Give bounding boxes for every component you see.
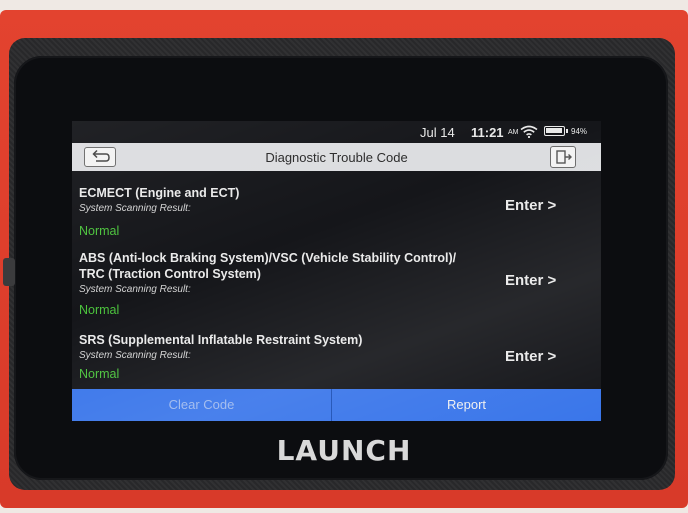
scan-result-value: Normal [79,303,120,317]
status-ampm: AM [508,129,519,136]
side-button [3,258,15,286]
system-name: SRS (Supplemental Inflatable Restraint S… [79,333,363,347]
battery-level [546,128,562,133]
enter-button-abs[interactable]: Enter > [505,272,556,289]
bottom-action-bar: Clear Code Report [72,389,601,421]
exit-button[interactable] [550,146,576,168]
status-date: Jul 14 [420,125,455,140]
enter-button-srs[interactable]: Enter > [505,348,556,365]
exit-icon [556,150,572,164]
battery-percent: 94% [571,127,588,136]
scan-result-value: Normal [79,224,120,238]
battery-icon [544,126,568,136]
clear-code-button[interactable]: Clear Code [72,389,331,421]
system-name: ABS (Anti-lock Braking System)/VSC (Vehi… [79,251,457,265]
report-label: Report [446,397,487,412]
enter-button-ecmect[interactable]: Enter > [505,197,556,214]
clear-code-label: Clear Code [168,397,235,412]
scan-result-value: Normal [79,367,120,381]
status-time: 11:21 [471,125,504,140]
status-bar: Jul 14 11:21 AM 94% [72,121,601,141]
report-button[interactable]: Report [332,389,601,421]
page-title: Diagnostic Trouble Code [265,150,408,165]
brand-logo: LAUNCH [276,434,412,467]
app-screen: Jul 14 11:21 AM 94% Diagnostic Trouble C… [72,121,601,421]
title-bar: Diagnostic Trouble Code [72,143,601,171]
wifi-icon [520,125,538,141]
